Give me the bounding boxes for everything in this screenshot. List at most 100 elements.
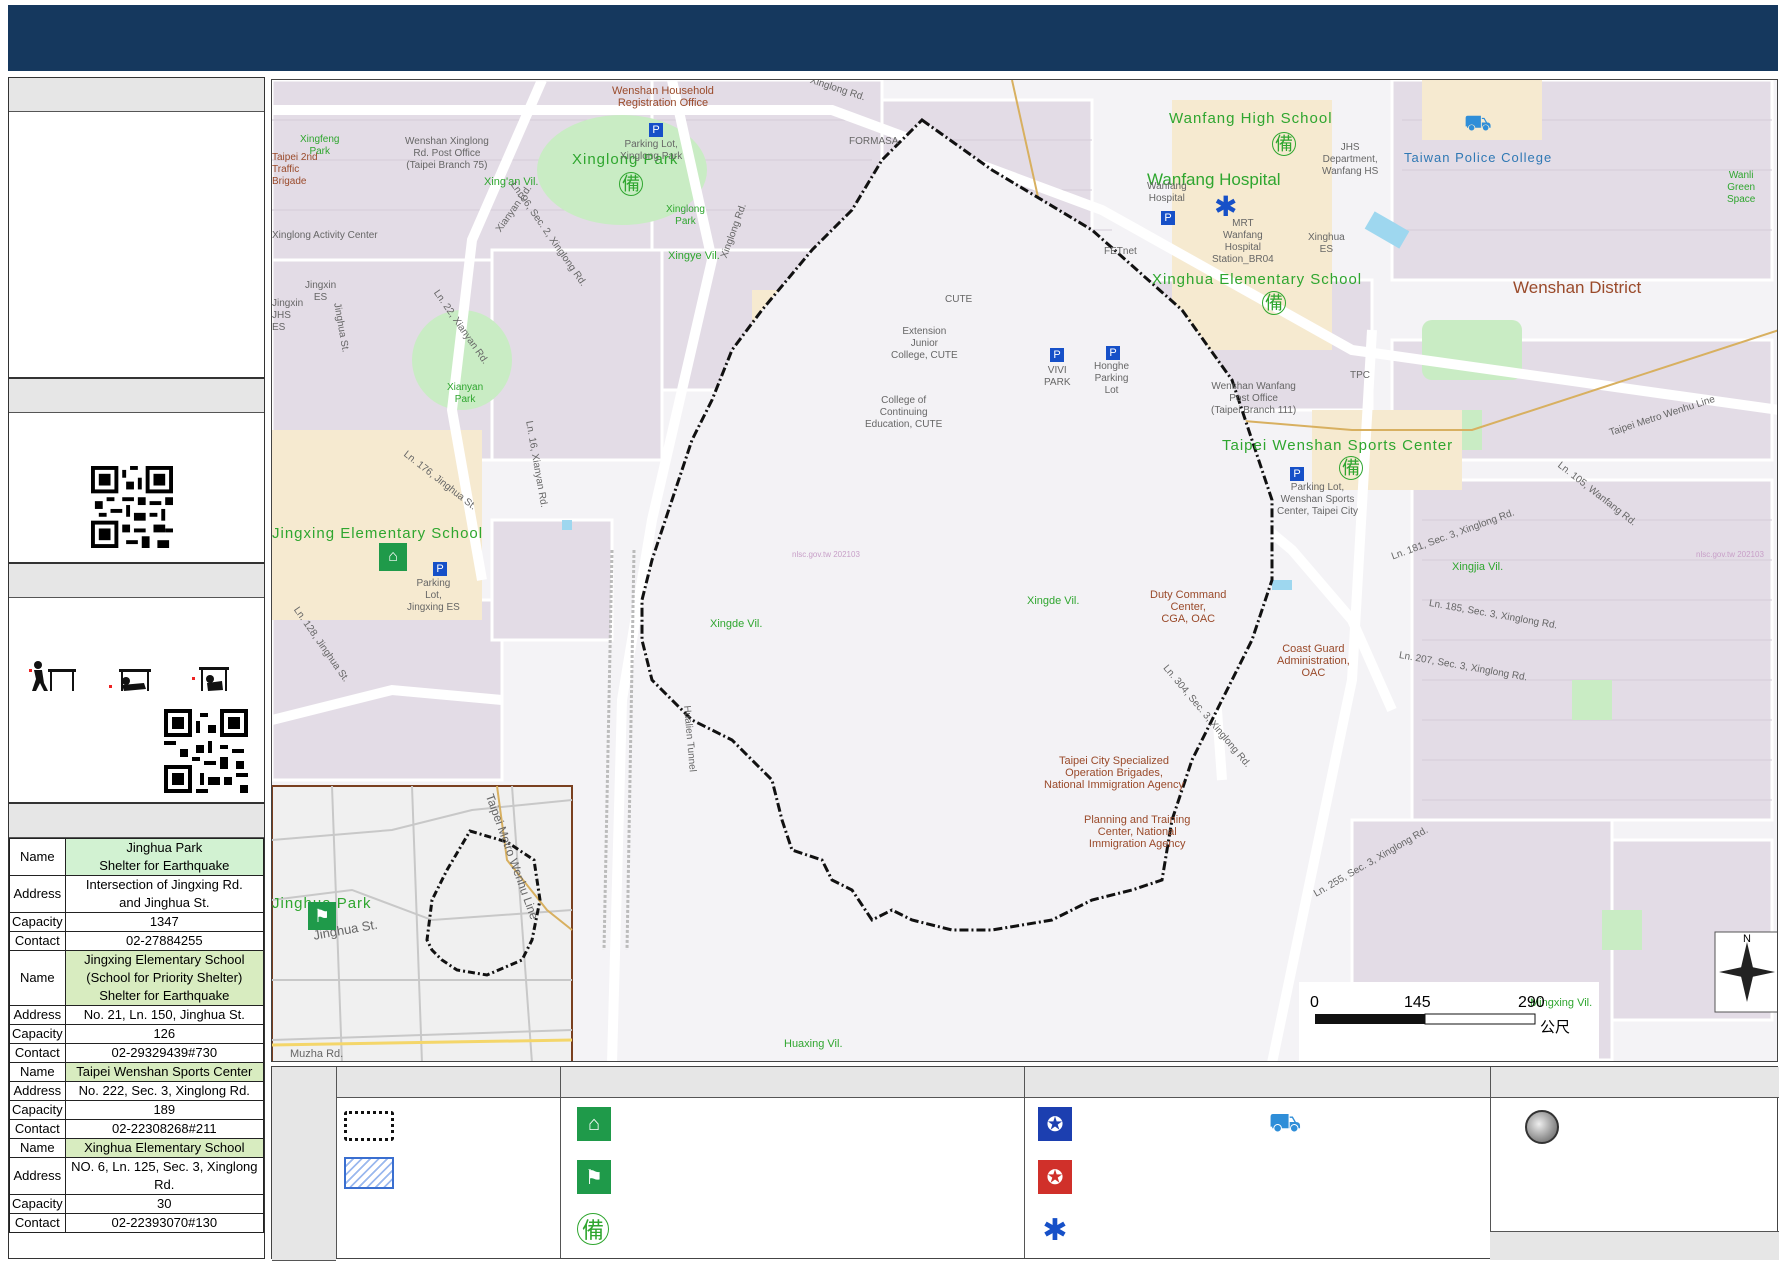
poi-duty: Duty Command Center, CGA, OAC bbox=[1150, 589, 1227, 625]
earthquake-safety-panel bbox=[8, 563, 265, 803]
shelter-field-key: Capacity bbox=[9, 912, 66, 932]
poi-parking-xinglong: Parking Lot, Xinglong Park bbox=[620, 139, 683, 162]
police-helicopter-icon[interactable]: ⛟ bbox=[1464, 110, 1492, 139]
shelter-row: Capacity 30 bbox=[9, 1194, 265, 1214]
parking-icon: P bbox=[433, 562, 447, 576]
safety-qr-code[interactable] bbox=[164, 709, 248, 793]
shelter-marker-icon[interactable]: 備 bbox=[1262, 291, 1286, 315]
poi-fetnet: FETnet bbox=[1104, 246, 1137, 257]
shelter-row: Capacity 1347 bbox=[9, 912, 265, 932]
park-shelter-legend-icon: ⚑ bbox=[577, 1160, 611, 1194]
road-label: Muzha Rd. bbox=[290, 1048, 344, 1060]
shelter-field-key: Contact bbox=[9, 1213, 66, 1233]
poi-wanli: Wanli Green Space bbox=[1727, 170, 1756, 205]
legend-panel: ⌂ ⚑ 備 ✪ ✪ ✱ ⛟ bbox=[271, 1066, 1779, 1261]
shelter-field-value: 126 bbox=[64, 1024, 265, 1044]
poi-mrt: MRT Wanfang Hospital Station_BR04 bbox=[1212, 218, 1274, 265]
school-shelter-legend-icon: ⌂ bbox=[577, 1107, 611, 1141]
info-panel-header bbox=[9, 78, 264, 112]
scale-tick: 290 bbox=[1518, 994, 1545, 1011]
map-canvas[interactable]: Wanfang High School Wanfang Hospital Xin… bbox=[271, 79, 1778, 1062]
shelter-field-value: 1347 bbox=[64, 912, 265, 932]
shelter-field-key: Capacity bbox=[9, 1100, 66, 1120]
label-jingxing-es: Jingxing Elementary School bbox=[272, 525, 484, 542]
parking-icon: P bbox=[649, 123, 663, 137]
shelter-row: Capacity 126 bbox=[9, 1024, 265, 1044]
label-wanfang-hs: Wanfang High School bbox=[1169, 110, 1333, 127]
shelter-field-key: Capacity bbox=[9, 1194, 66, 1214]
shelter-row: Name Taipei Wenshan Sports Center bbox=[9, 1062, 265, 1082]
shelter-row: Name Jingxing Elementary School (School f… bbox=[9, 950, 265, 1006]
village-xingde-2: Xingde Vil. bbox=[1027, 595, 1080, 607]
shelter-field-key: Contact bbox=[9, 1119, 66, 1139]
qr-code[interactable] bbox=[91, 466, 173, 548]
shelter-list-header bbox=[9, 804, 264, 838]
reserve-shelter-legend-icon: 備 bbox=[577, 1213, 609, 1245]
aed-legend-icon bbox=[1525, 1110, 1559, 1144]
shelter-marker-icon[interactable]: 備 bbox=[619, 172, 643, 196]
shelter-row: Address No. 222, Sec. 3, Xinglong Rd. bbox=[9, 1081, 265, 1101]
title-bar bbox=[8, 5, 1778, 71]
shelter-field-key: Address bbox=[9, 1081, 66, 1101]
label-wenshan-sports: Taipei Wenshan Sports Center bbox=[1222, 437, 1454, 454]
shelter-field-key: Contact bbox=[9, 1043, 66, 1063]
village-xingjia: Xingjia Vil. bbox=[1452, 561, 1504, 573]
shelter-field-value: Xinghua Elementary School bbox=[64, 1138, 265, 1158]
shelter-field-key: Address bbox=[9, 1157, 66, 1195]
shelter-row: Name Xinghua Elementary School bbox=[9, 1138, 265, 1158]
school-shelter-icon[interactable]: ⌂ bbox=[379, 543, 407, 571]
police-legend-icon: ✪ bbox=[1038, 1107, 1072, 1141]
shelter-row: Address No. 21, Ln. 150, Jinghua St. bbox=[9, 1005, 265, 1025]
poi-jingxin-es: Jingxin ES bbox=[305, 280, 337, 303]
label-district: Wenshan District bbox=[1513, 278, 1642, 297]
shelter-field-value: 189 bbox=[64, 1100, 265, 1120]
poi-xingfeng: Xingfeng Park bbox=[300, 134, 340, 157]
legend-side-tab bbox=[272, 1067, 336, 1261]
medical-legend-icon: ✱ bbox=[1042, 1213, 1068, 1247]
shelter-row: Contact 02-22393070#130 bbox=[9, 1213, 265, 1233]
poi-xianyan-park: Xianyan Park bbox=[447, 382, 484, 405]
info-panel bbox=[8, 77, 265, 378]
poi-ext-cute: Extension Junior College, CUTE bbox=[891, 326, 958, 361]
watermark: nlsc.gov.tw 202103 bbox=[1696, 550, 1764, 559]
village-xingde: Xingde Vil. bbox=[710, 618, 763, 630]
flood-area-legend-icon bbox=[344, 1157, 394, 1189]
scale-tick: 0 bbox=[1310, 994, 1319, 1011]
safety-panel-header bbox=[9, 564, 264, 598]
parking-icon: P bbox=[1161, 211, 1175, 225]
legend-divider bbox=[560, 1067, 561, 1258]
boundary-legend-icon bbox=[344, 1111, 394, 1141]
poi-household: Wenshan Household Registration Office bbox=[612, 85, 714, 109]
shelter-marker-icon[interactable]: 備 bbox=[1272, 132, 1296, 156]
shelter-field-value: 30 bbox=[64, 1194, 265, 1214]
poi-jhs: JHS Department, Wanfang HS bbox=[1322, 142, 1379, 177]
shelter-field-value: 02-22308268#211 bbox=[64, 1119, 265, 1139]
inset-park-shelter-icon[interactable]: ⚑ bbox=[308, 902, 336, 930]
poi-vivi: VIVI PARK bbox=[1044, 365, 1071, 388]
parking-icon: P bbox=[1106, 346, 1120, 360]
shelter-field-value: Jingxing Elementary School (School for P… bbox=[64, 950, 265, 1006]
shelter-field-key: Capacity bbox=[9, 1024, 66, 1044]
shelter-field-key: Address bbox=[9, 875, 66, 913]
shelter-marker-icon[interactable]: 備 bbox=[1339, 456, 1363, 480]
helicopter-legend-icon: ⛟ bbox=[1268, 1106, 1302, 1137]
shelter-field-value: Jinghua Park Shelter for Earthquake bbox=[64, 838, 265, 876]
shelter-row: Address Intersection of Jingxing Rd. and … bbox=[9, 875, 265, 913]
poi-xinglong-park: Xinglong Park bbox=[666, 204, 705, 227]
legend-divider bbox=[1490, 1067, 1491, 1258]
shelter-row: Contact 02-27884255 bbox=[9, 931, 265, 951]
shelter-table: Name Jinghua Park Shelter for Earthquake A… bbox=[9, 838, 265, 1233]
shelter-table-wrap: Name Jinghua Park Shelter for Earthquake A… bbox=[9, 838, 265, 1233]
shelter-field-value: Taipei Wenshan Sports Center bbox=[64, 1062, 265, 1082]
village-xingye: Xingye Vil. bbox=[668, 250, 720, 262]
shelter-field-value: 02-22393070#130 bbox=[64, 1213, 265, 1233]
watermark: nlsc.gov.tw 202103 bbox=[792, 550, 860, 559]
parking-icon: P bbox=[1050, 348, 1064, 362]
shelter-field-key: Contact bbox=[9, 931, 66, 951]
poi-cute: CUTE bbox=[945, 294, 973, 305]
poi-cont-cute: College of Continuing Education, CUTE bbox=[865, 395, 943, 430]
shelter-field-value: Intersection of Jingxing Rd. and Jinghua… bbox=[64, 875, 265, 913]
qr-panel bbox=[8, 378, 265, 563]
shelter-field-key: Name bbox=[9, 950, 66, 1006]
legend-divider bbox=[336, 1067, 337, 1258]
